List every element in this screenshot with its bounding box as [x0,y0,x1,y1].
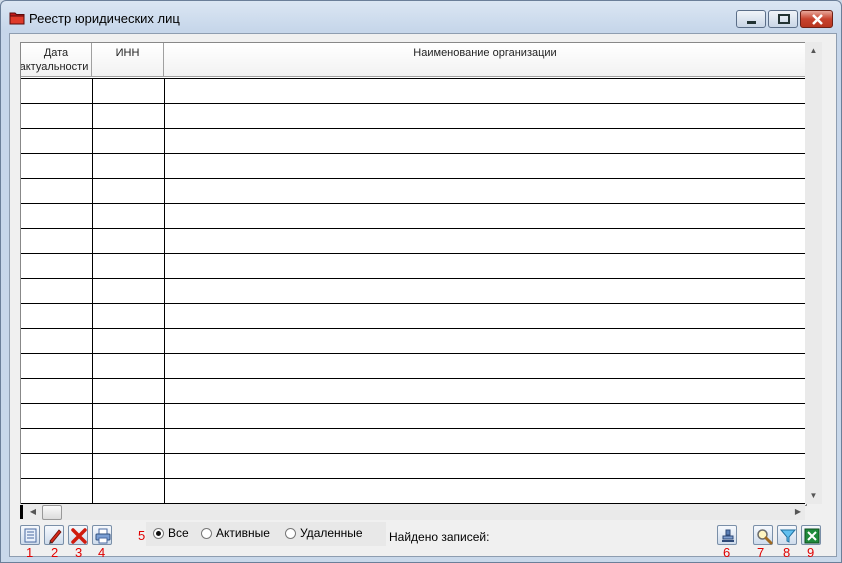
column-header-name[interactable]: Наименование организации [164,43,806,77]
close-button[interactable] [800,10,833,28]
annotation-number-6: 6 [723,545,731,560]
column-header-inn-label: ИНН [115,47,140,59]
radio-active[interactable] [201,528,212,539]
table-header-line [21,78,806,79]
print-button[interactable] [92,525,112,545]
scroll-left-icon[interactable]: ◀ [26,504,40,520]
document-icon [24,528,37,543]
printer-icon [95,528,111,544]
scroll-down-icon[interactable]: ▼ [805,487,822,504]
table-row[interactable] [21,428,806,429]
table-row[interactable] [21,328,806,329]
table-row[interactable] [21,403,806,404]
annotation-number-5: 5 [138,528,146,543]
column-divider [92,78,93,505]
annotation-number-4: 4 [98,545,106,560]
table-row[interactable] [21,303,806,304]
main-window: Реестр юридических лиц Дата актуальности… [0,0,842,563]
table-row[interactable] [21,103,806,104]
status-filter: Все Активные Удаленные [146,522,386,546]
records-found-label: Найдено записей: [389,530,490,544]
column-header-date[interactable]: Дата актуальности [21,43,92,77]
annotation-number-1: 1 [26,545,34,560]
filter-button[interactable] [777,525,797,545]
scroll-right-icon[interactable]: ▶ [791,504,805,520]
client-area: Дата актуальности ИНН Наименование орган… [9,33,837,560]
excel-export-button[interactable] [801,525,821,545]
table-row[interactable] [21,203,806,204]
annotation-number-9: 9 [807,545,815,560]
table-row[interactable] [21,453,806,454]
table-row[interactable] [21,378,806,379]
vertical-scrollbar[interactable]: ▲ ▼ [805,42,822,504]
radio-active-label[interactable]: Активные [216,526,270,540]
funnel-icon [779,529,797,543]
table-row[interactable] [21,153,806,154]
column-header-date-line2: актуальности [20,61,89,73]
table-row[interactable] [21,178,806,179]
annotation-number-2: 2 [51,545,59,560]
radio-all[interactable] [153,528,164,539]
magnifier-icon [757,529,773,545]
table-row[interactable] [21,253,806,254]
delete-button[interactable] [68,525,88,545]
minimize-button[interactable] [736,10,766,28]
red-x-icon [71,528,87,544]
column-header-inn[interactable]: ИНН [92,43,164,77]
maximize-icon [778,14,790,24]
add-button[interactable] [20,525,40,545]
radio-deleted-label[interactable]: Удаленные [300,526,363,540]
record-marker [20,505,23,519]
search-button[interactable] [753,525,773,545]
folder-icon [9,12,25,25]
horizontal-scroll-thumb[interactable] [42,505,62,520]
records-table[interactable]: Дата актуальности ИНН Наименование орган… [20,42,807,506]
title-bar[interactable]: Реестр юридических лиц [1,1,841,35]
pencil-icon [49,529,62,544]
annotation-number-7: 7 [757,545,765,560]
stamp-button[interactable] [717,525,737,545]
maximize-button[interactable] [768,10,798,28]
annotation-number-3: 3 [75,545,83,560]
table-row[interactable] [21,278,806,279]
radio-deleted[interactable] [285,528,296,539]
column-header-name-label: Наименование организации [413,47,557,59]
table-row[interactable] [21,128,806,129]
radio-all-label[interactable]: Все [168,526,189,540]
column-divider [164,78,165,505]
stamp-icon [722,529,734,542]
table-row[interactable] [21,478,806,479]
table-row[interactable] [21,228,806,229]
scroll-up-icon[interactable]: ▲ [805,42,822,59]
edit-button[interactable] [44,525,64,545]
minimize-icon [747,21,756,24]
column-header-date-line1: Дата [43,47,69,59]
table-row[interactable] [21,353,806,354]
horizontal-scrollbar[interactable]: ◀ ▶ [20,504,805,520]
window-title: Реестр юридических лиц [29,11,180,26]
excel-icon [804,528,820,544]
close-icon [812,14,823,25]
annotation-number-8: 8 [783,545,791,560]
